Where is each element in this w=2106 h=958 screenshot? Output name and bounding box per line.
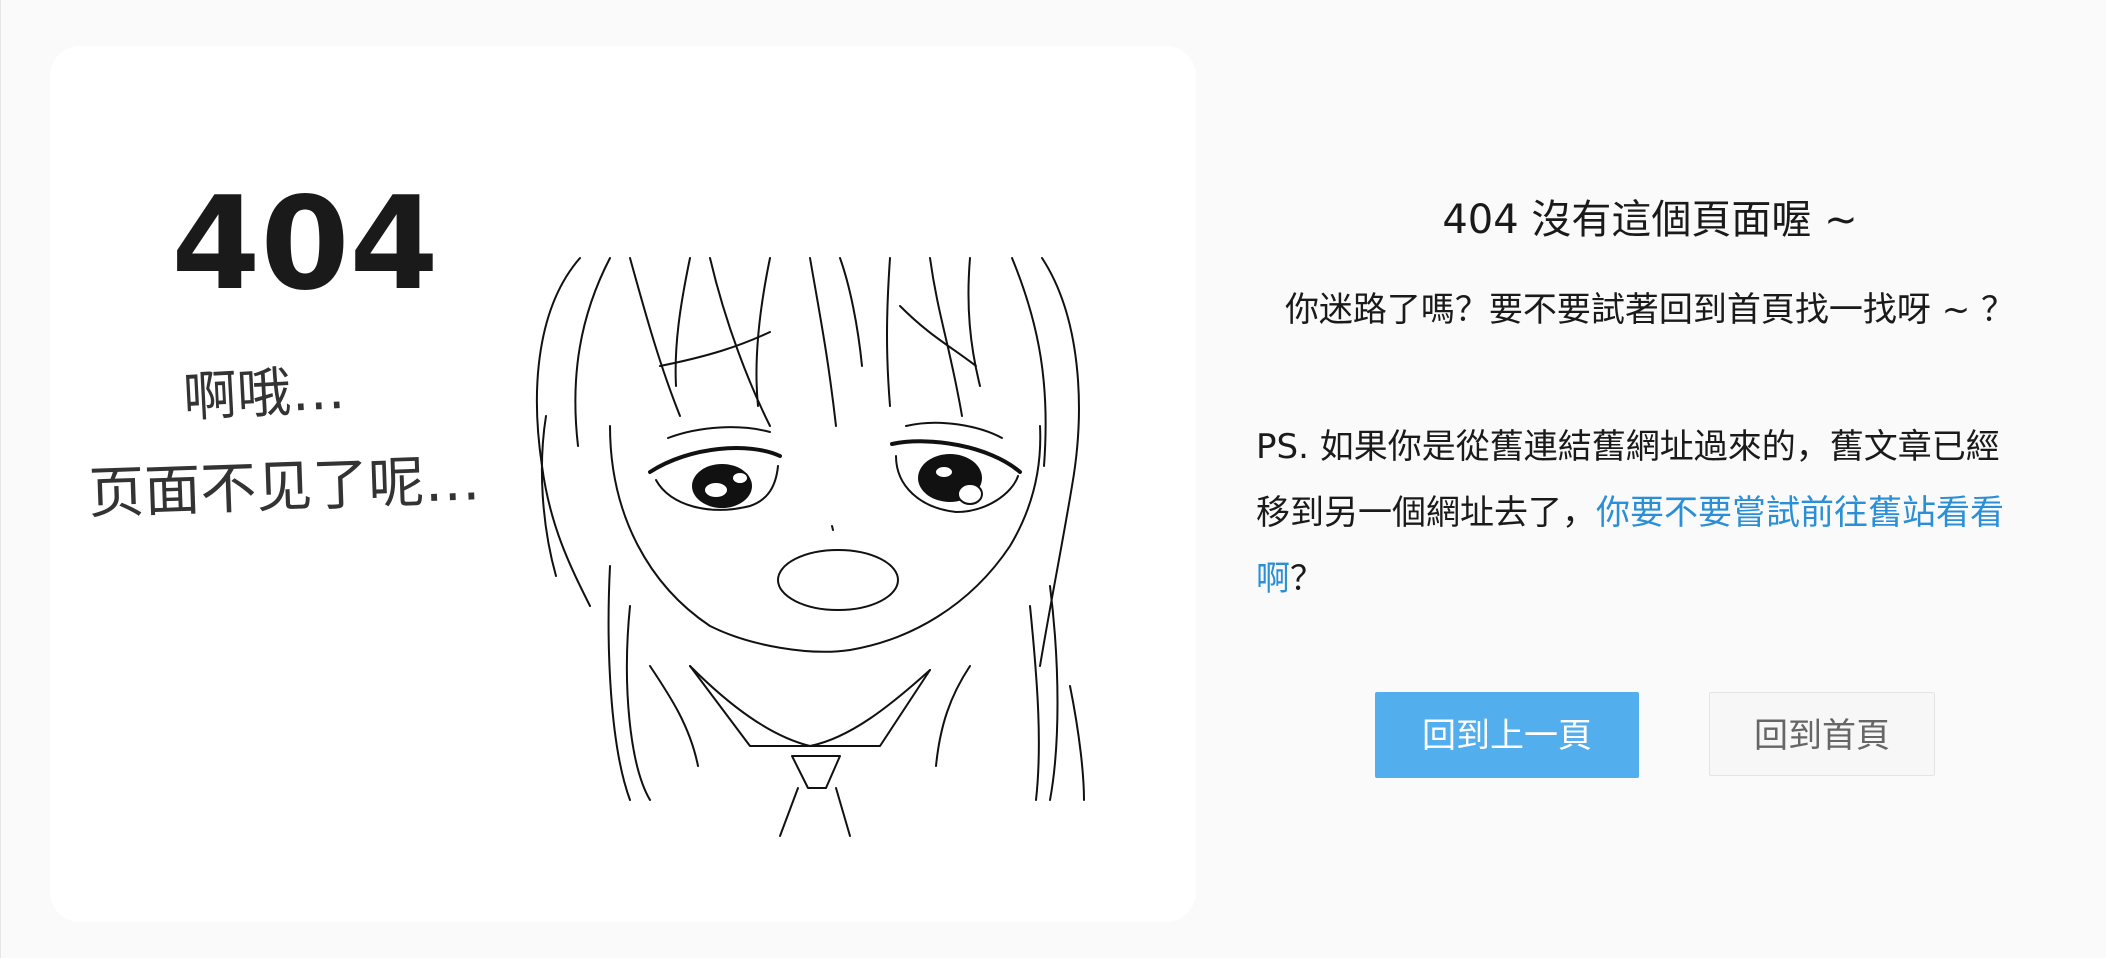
home-button[interactable]: 回到首頁 xyxy=(1709,692,1935,776)
ps-note-line2-prefix: 移到另一個網址去了， xyxy=(1256,493,1596,533)
old-site-link[interactable]: 你要不要嘗試前往舊站看看 xyxy=(1596,493,2004,533)
error-404-page: 404 啊哦… 页面不见了呢… 404 沒有這個頁面喔 ~ 你迷路了嗎？要不要試… xyxy=(0,0,2106,958)
page-subtitle: 你迷路了嗎？要不要試著回到首頁找一找呀 ~ ？ xyxy=(1284,290,2016,330)
ps-note: PS. 如果你是從舊連結舊網址過來的，舊文章已經 移到另一個網址去了，你要不要嘗… xyxy=(1256,414,2066,612)
page-left-border xyxy=(0,0,1,958)
illustration-handwritten-line1: 啊哦… xyxy=(181,358,346,429)
ps-note-line3: 啊？ xyxy=(1256,546,2066,612)
message-panel: 404 沒有這個頁面喔 ~ 你迷路了嗎？要不要試著回到首頁找一找呀 ~ ？ PS… xyxy=(1240,0,2070,958)
ps-note-line1: PS. 如果你是從舊連結舊網址過來的，舊文章已經 xyxy=(1256,427,2000,467)
back-button[interactable]: 回到上一頁 xyxy=(1375,692,1639,778)
anime-girl-drawing xyxy=(535,257,1085,837)
illustration-404-number: 404 xyxy=(171,170,438,319)
page-title: 404 沒有這個頁面喔 ~ xyxy=(1442,197,1858,243)
old-site-link-continued[interactable]: 啊 xyxy=(1256,559,1290,599)
illustration-card: 404 啊哦… 页面不见了呢… xyxy=(50,46,1196,922)
illustration-handwritten-line2: 页面不见了呢… xyxy=(87,448,481,527)
ps-note-suffix: ？ xyxy=(1290,559,1324,599)
illustration-svg: 404 啊哦… 页面不见了呢… xyxy=(87,170,1085,837)
ps-note-line2: 移到另一個網址去了，你要不要嘗試前往舊站看看 xyxy=(1256,480,2066,546)
